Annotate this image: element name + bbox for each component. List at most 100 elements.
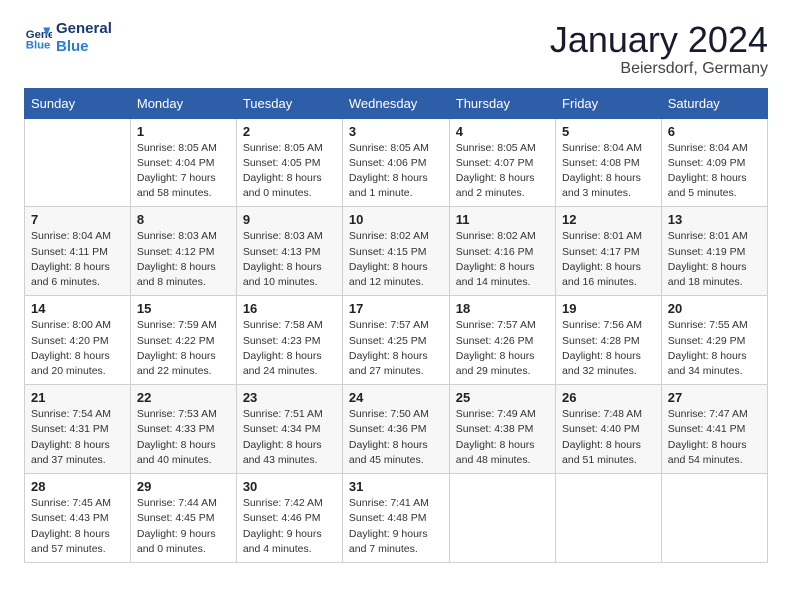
calendar-cell: 20 Sunrise: 7:55 AM Sunset: 4:29 PM Dayli… — [661, 296, 767, 385]
day-number: 4 — [456, 124, 549, 139]
title-block: January 2024 Beiersdorf, Germany — [550, 20, 768, 78]
day-number: 10 — [349, 212, 443, 227]
calendar-cell: 30 Sunrise: 7:42 AM Sunset: 4:46 PM Dayli… — [236, 474, 342, 563]
day-of-week-header: Saturday — [661, 88, 767, 118]
day-info: Sunrise: 8:02 AM Sunset: 4:15 PM Dayligh… — [349, 229, 443, 290]
day-number: 11 — [456, 212, 549, 227]
calendar-cell: 22Sunrise: 7:53 AM Sunset: 4:33 PM Dayli… — [130, 385, 236, 474]
day-number: 12 — [562, 212, 655, 227]
day-info: Sunrise: 8:05 AM Sunset: 4:04 PM Dayligh… — [137, 141, 230, 202]
calendar-cell: 15 Sunrise: 7:59 AM Sunset: 4:22 PM Dayli… — [130, 296, 236, 385]
calendar-header-row: SundayMondayTuesdayWednesdayThursdayFrid… — [25, 88, 768, 118]
calendar-cell: 5 Sunrise: 8:04 AM Sunset: 4:08 PM Daylig… — [556, 118, 662, 207]
calendar-cell: 3Sunrise: 8:05 AM Sunset: 4:06 PM Daylig… — [342, 118, 449, 207]
day-number: 27 — [668, 390, 761, 405]
day-info: Sunrise: 7:58 AM Sunset: 4:23 PM Dayligh… — [243, 318, 336, 379]
day-info: Sunrise: 7:41 AM Sunset: 4:48 PM Dayligh… — [349, 496, 443, 557]
day-info: Sunrise: 7:55 AM Sunset: 4:29 PM Dayligh… — [668, 318, 761, 379]
day-info: Sunrise: 7:48 AM Sunset: 4:40 PM Dayligh… — [562, 407, 655, 468]
month-title: January 2024 — [550, 20, 768, 60]
calendar-cell: 17 Sunrise: 7:57 AM Sunset: 4:25 PM Dayli… — [342, 296, 449, 385]
calendar-week-row: 28Sunrise: 7:45 AM Sunset: 4:43 PM Dayli… — [25, 474, 768, 563]
day-info: Sunrise: 7:45 AM Sunset: 4:43 PM Dayligh… — [31, 496, 124, 557]
day-info: Sunrise: 8:01 AM Sunset: 4:17 PM Dayligh… — [562, 229, 655, 290]
day-info: Sunrise: 7:54 AM Sunset: 4:31 PM Dayligh… — [31, 407, 124, 468]
day-number: 19 — [562, 301, 655, 316]
day-info: Sunrise: 8:01 AM Sunset: 4:19 PM Dayligh… — [668, 229, 761, 290]
day-number: 7 — [31, 212, 124, 227]
day-info: Sunrise: 8:00 AM Sunset: 4:20 PM Dayligh… — [31, 318, 124, 379]
day-number: 16 — [243, 301, 336, 316]
day-number: 25 — [456, 390, 549, 405]
day-info: Sunrise: 8:04 AM Sunset: 4:09 PM Dayligh… — [668, 141, 761, 202]
day-number: 6 — [668, 124, 761, 139]
day-info: Sunrise: 8:03 AM Sunset: 4:12 PM Dayligh… — [137, 229, 230, 290]
day-number: 5 — [562, 124, 655, 139]
location-title: Beiersdorf, Germany — [550, 60, 768, 78]
calendar-cell: 4 Sunrise: 8:05 AM Sunset: 4:07 PM Daylig… — [449, 118, 555, 207]
day-number: 9 — [243, 212, 336, 227]
calendar-cell: 7 Sunrise: 8:04 AM Sunset: 4:11 PM Daylig… — [25, 207, 131, 296]
day-number: 23 — [243, 390, 336, 405]
calendar-cell: 28Sunrise: 7:45 AM Sunset: 4:43 PM Dayli… — [25, 474, 131, 563]
calendar-cell: 9 Sunrise: 8:03 AM Sunset: 4:13 PM Daylig… — [236, 207, 342, 296]
day-number: 20 — [668, 301, 761, 316]
calendar-cell: 2 Sunrise: 8:05 AM Sunset: 4:05 PM Daylig… — [236, 118, 342, 207]
day-info: Sunrise: 7:42 AM Sunset: 4:46 PM Dayligh… — [243, 496, 336, 557]
day-info: Sunrise: 7:57 AM Sunset: 4:26 PM Dayligh… — [456, 318, 549, 379]
calendar-cell: 18 Sunrise: 7:57 AM Sunset: 4:26 PM Dayli… — [449, 296, 555, 385]
day-number: 17 — [349, 301, 443, 316]
day-info: Sunrise: 7:50 AM Sunset: 4:36 PM Dayligh… — [349, 407, 443, 468]
day-of-week-header: Sunday — [25, 88, 131, 118]
calendar-cell: 12 Sunrise: 8:01 AM Sunset: 4:17 PM Dayli… — [556, 207, 662, 296]
day-number: 18 — [456, 301, 549, 316]
day-info: Sunrise: 8:03 AM Sunset: 4:13 PM Dayligh… — [243, 229, 336, 290]
day-number: 15 — [137, 301, 230, 316]
day-info: Sunrise: 7:47 AM Sunset: 4:41 PM Dayligh… — [668, 407, 761, 468]
calendar-cell: 11 Sunrise: 8:02 AM Sunset: 4:16 PM Dayli… — [449, 207, 555, 296]
calendar-body: 1 Sunrise: 8:05 AM Sunset: 4:04 PM Daylig… — [25, 118, 768, 562]
day-info: Sunrise: 7:44 AM Sunset: 4:45 PM Dayligh… — [137, 496, 230, 557]
day-info: Sunrise: 8:04 AM Sunset: 4:11 PM Dayligh… — [31, 229, 124, 290]
calendar-cell: 19Sunrise: 7:56 AM Sunset: 4:28 PM Dayli… — [556, 296, 662, 385]
calendar-cell: 24 Sunrise: 7:50 AM Sunset: 4:36 PM Dayli… — [342, 385, 449, 474]
day-number: 2 — [243, 124, 336, 139]
calendar-cell: 6 Sunrise: 8:04 AM Sunset: 4:09 PM Daylig… — [661, 118, 767, 207]
day-number: 30 — [243, 479, 336, 494]
logo-icon: General Blue — [24, 24, 52, 52]
day-of-week-header: Friday — [556, 88, 662, 118]
calendar-cell: 29 Sunrise: 7:44 AM Sunset: 4:45 PM Dayli… — [130, 474, 236, 563]
calendar-cell: 16 Sunrise: 7:58 AM Sunset: 4:23 PM Dayli… — [236, 296, 342, 385]
day-number: 13 — [668, 212, 761, 227]
day-number: 21 — [31, 390, 124, 405]
calendar-cell: 10 Sunrise: 8:02 AM Sunset: 4:15 PM Dayli… — [342, 207, 449, 296]
day-info: Sunrise: 7:49 AM Sunset: 4:38 PM Dayligh… — [456, 407, 549, 468]
day-number: 8 — [137, 212, 230, 227]
day-number: 29 — [137, 479, 230, 494]
day-info: Sunrise: 8:02 AM Sunset: 4:16 PM Dayligh… — [456, 229, 549, 290]
calendar-cell: 27 Sunrise: 7:47 AM Sunset: 4:41 PM Dayli… — [661, 385, 767, 474]
calendar-cell: 25 Sunrise: 7:49 AM Sunset: 4:38 PM Dayli… — [449, 385, 555, 474]
day-info: Sunrise: 7:59 AM Sunset: 4:22 PM Dayligh… — [137, 318, 230, 379]
day-info: Sunrise: 8:05 AM Sunset: 4:07 PM Dayligh… — [456, 141, 549, 202]
calendar-cell — [661, 474, 767, 563]
calendar-cell — [25, 118, 131, 207]
day-number: 14 — [31, 301, 124, 316]
day-info: Sunrise: 7:57 AM Sunset: 4:25 PM Dayligh… — [349, 318, 443, 379]
logo: General Blue General Blue — [24, 20, 112, 56]
calendar-cell — [556, 474, 662, 563]
calendar-week-row: 21 Sunrise: 7:54 AM Sunset: 4:31 PM Dayli… — [25, 385, 768, 474]
day-of-week-header: Wednesday — [342, 88, 449, 118]
calendar-cell: 13 Sunrise: 8:01 AM Sunset: 4:19 PM Dayli… — [661, 207, 767, 296]
day-number: 1 — [137, 124, 230, 139]
day-number: 24 — [349, 390, 443, 405]
calendar-week-row: 7 Sunrise: 8:04 AM Sunset: 4:11 PM Daylig… — [25, 207, 768, 296]
calendar-cell: 21 Sunrise: 7:54 AM Sunset: 4:31 PM Dayli… — [25, 385, 131, 474]
calendar-cell: 26Sunrise: 7:48 AM Sunset: 4:40 PM Dayli… — [556, 385, 662, 474]
day-info: Sunrise: 8:04 AM Sunset: 4:08 PM Dayligh… — [562, 141, 655, 202]
calendar-table: SundayMondayTuesdayWednesdayThursdayFrid… — [24, 88, 768, 563]
day-number: 31 — [349, 479, 443, 494]
day-info: Sunrise: 8:05 AM Sunset: 4:05 PM Dayligh… — [243, 141, 336, 202]
day-of-week-header: Tuesday — [236, 88, 342, 118]
calendar-cell: 1 Sunrise: 8:05 AM Sunset: 4:04 PM Daylig… — [130, 118, 236, 207]
